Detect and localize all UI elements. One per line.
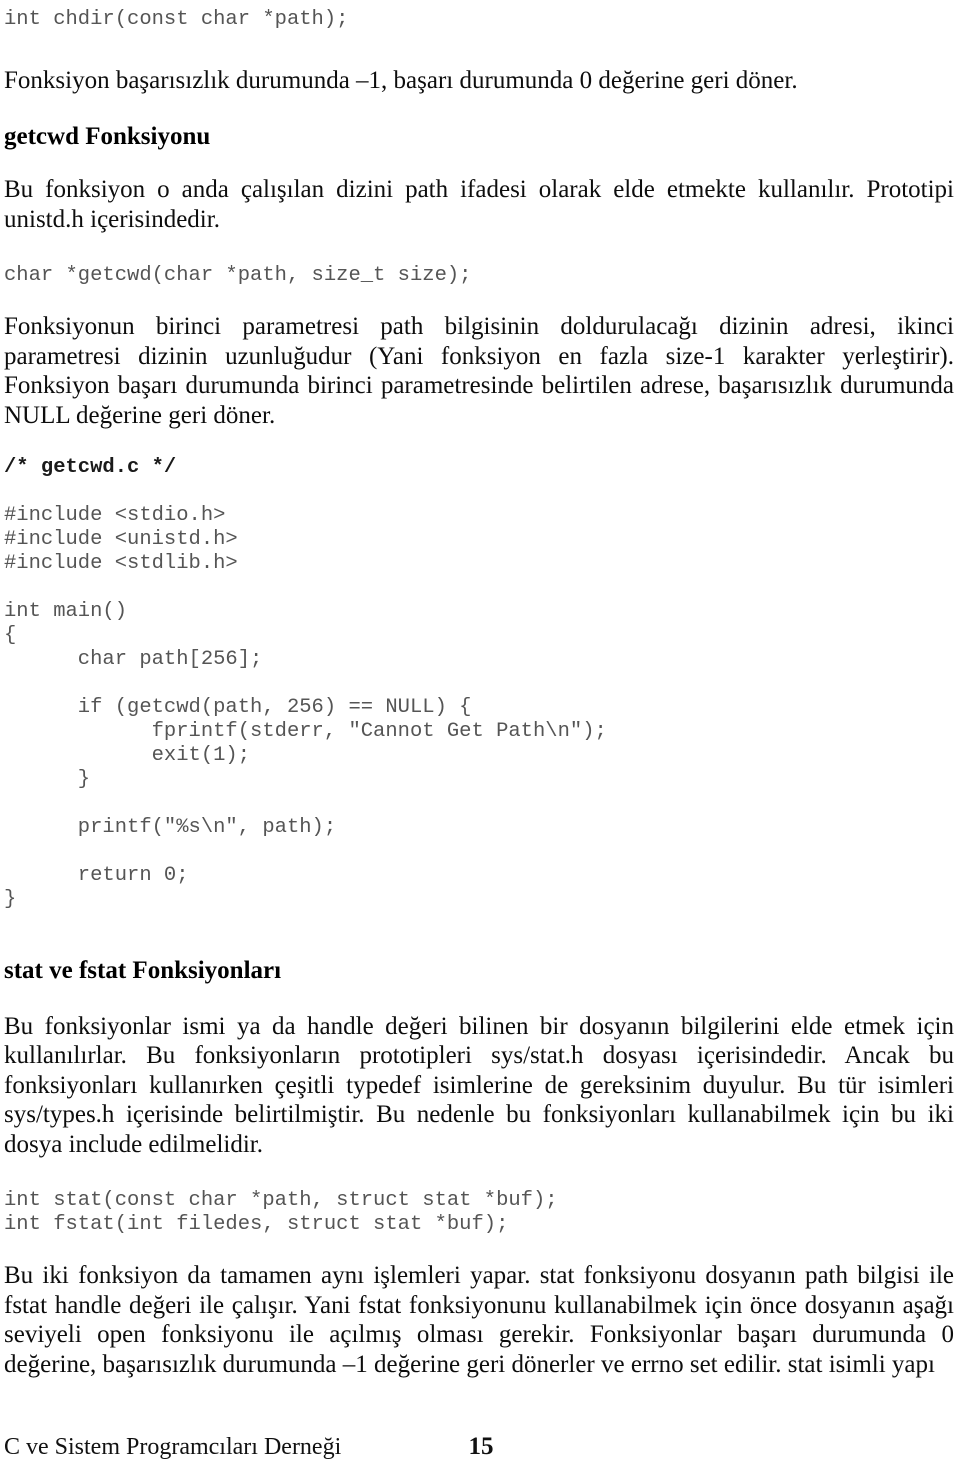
- paragraph-getcwd-description: Fonksiyonun birinci parametresi path bil…: [4, 313, 954, 429]
- code-chdir-prototype: int chdir(const char *path);: [4, 8, 349, 31]
- footer-organization: C ve Sistem Programcıları Derneği: [4, 1434, 342, 1460]
- code-getcwd-file-comment: /* getcwd.c */: [4, 456, 177, 479]
- code-getcwd-prototype: char *getcwd(char *path, size_t size);: [4, 264, 472, 287]
- footer-page-number: 15: [468, 1433, 494, 1460]
- paragraph-chdir-return: Fonksiyon başarısızlık durumunda –1, baş…: [4, 67, 798, 94]
- page-content: int chdir(const char *path); Fonksiyon b…: [4, 0, 954, 1379]
- code-listing-getcwd: #include <stdio.h> #include <unistd.h> #…: [4, 504, 607, 911]
- page-footer: C ve Sistem Programcıları Derneği 15: [4, 1432, 954, 1464]
- heading-getcwd-fonksiyonu: getcwd Fonksiyonu: [4, 122, 211, 150]
- paragraph-getcwd-intro: Bu fonksiyon o anda çalışılan dizini pat…: [4, 176, 954, 233]
- code-stat-fstat-prototypes: int stat(const char *path, struct stat *…: [4, 1189, 558, 1236]
- paragraph-stat-intro: Bu fonksiyonlar ismi ya da handle değeri…: [4, 1012, 954, 1158]
- heading-stat-fstat-fonksiyonlari: stat ve fstat Fonksiyonları: [4, 957, 282, 984]
- paragraph-stat-description: Bu iki fonksiyon da tamamen aynı işlemle…: [4, 1262, 954, 1378]
- document-page: int chdir(const char *path); Fonksiyon b…: [0, 0, 960, 1476]
